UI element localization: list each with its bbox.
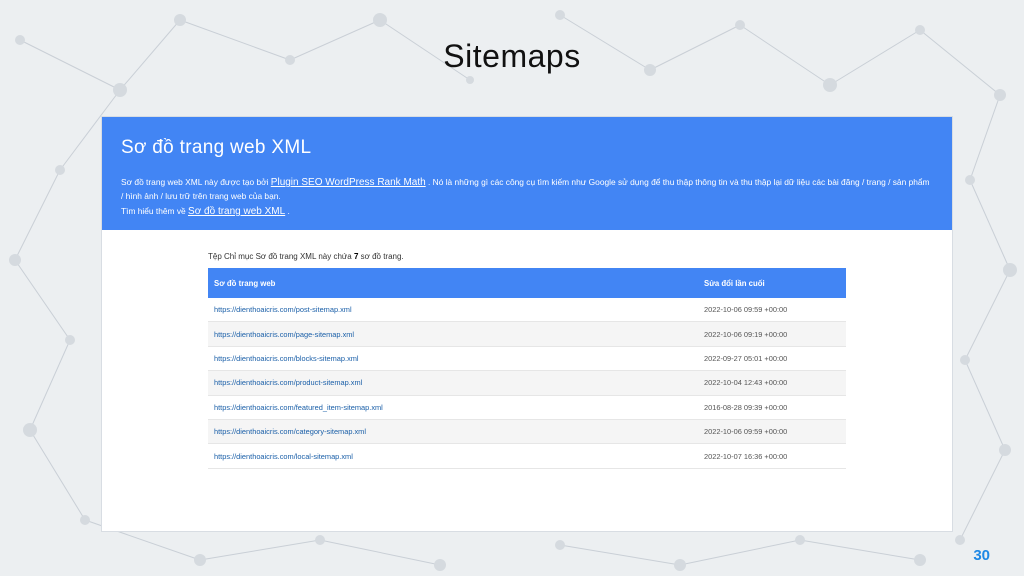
last-modified: 2022-10-06 09:19 +00:00 <box>698 321 846 347</box>
sitemap-count-text: Tệp Chỉ mục Sơ đồ trang XML này chứa 7 s… <box>208 252 952 261</box>
learn-more-line: Tìm hiểu thêm về Sơ đồ trang web XML . <box>121 205 933 219</box>
last-modified: 2022-10-04 12:43 +00:00 <box>698 370 846 396</box>
learn-more-link[interactable]: Sơ đồ trang web XML <box>188 206 285 217</box>
learn-more-prefix: Tìm hiểu thêm về <box>121 206 189 216</box>
table-header-row: Sơ đồ trang web Sửa đổi lần cuối <box>208 268 846 298</box>
sitemap-link[interactable]: https://dienthoaicris.com/post-sitemap.x… <box>208 298 698 323</box>
column-header-sitemap[interactable]: Sơ đồ trang web <box>208 268 698 298</box>
last-modified: 2016-08-28 09:39 +00:00 <box>698 395 846 420</box>
page-number: 30 <box>973 547 990 564</box>
sitemap-link[interactable]: https://dienthoaicris.com/product-sitema… <box>208 370 698 396</box>
sitemap-description: Sơ đồ trang web XML này được tạo bởi Plu… <box>121 176 933 202</box>
sitemap-table: Sơ đồ trang web Sửa đổi lần cuối https:/… <box>208 268 846 469</box>
sitemap-link[interactable]: https://dienthoaicris.com/blocks-sitemap… <box>208 346 698 372</box>
column-header-last-modified[interactable]: Sửa đổi lần cuối <box>698 268 846 298</box>
table-row: https://dienthoaicris.com/product-sitema… <box>208 370 846 396</box>
sitemap-link[interactable]: https://dienthoaicris.com/local-sitemap.… <box>208 443 698 469</box>
intro-text: Sơ đồ trang web XML này được tạo bởi <box>121 177 271 187</box>
plugin-link[interactable]: Plugin SEO WordPress Rank Math <box>271 177 426 188</box>
sitemap-link[interactable]: https://dienthoaicris.com/featured_item-… <box>208 395 698 420</box>
sitemap-link[interactable]: https://dienthoaicris.com/page-sitemap.x… <box>208 321 698 347</box>
table-row: https://dienthoaicris.com/post-sitemap.x… <box>208 298 846 323</box>
table-row: https://dienthoaicris.com/page-sitemap.x… <box>208 321 846 347</box>
sitemap-heading: Sơ đồ trang web XML <box>121 137 312 158</box>
last-modified: 2022-10-07 16:36 +00:00 <box>698 443 846 469</box>
table-row: https://dienthoaicris.com/blocks-sitemap… <box>208 346 846 372</box>
table-row: https://dienthoaicris.com/category-sitem… <box>208 419 846 445</box>
last-modified: 2022-09-27 05:01 +00:00 <box>698 346 846 372</box>
sitemap-screenshot: Sơ đồ trang web XML Sơ đồ trang web XML … <box>102 117 952 531</box>
learn-more-suffix: . <box>285 206 290 216</box>
table-row: https://dienthoaicris.com/local-sitemap.… <box>208 443 846 469</box>
sitemap-link[interactable]: https://dienthoaicris.com/category-sitem… <box>208 419 698 445</box>
table-row: https://dienthoaicris.com/featured_item-… <box>208 395 846 420</box>
count-prefix: Tệp Chỉ mục Sơ đồ trang XML này chứa <box>208 252 354 261</box>
last-modified: 2022-10-06 09:59 +00:00 <box>698 419 846 445</box>
sitemap-content: Tệp Chỉ mục Sơ đồ trang XML này chứa 7 s… <box>102 230 952 469</box>
count-suffix: sơ đồ trang. <box>358 252 404 261</box>
slide-title: Sitemaps <box>443 38 581 74</box>
sitemap-header: Sơ đồ trang web XML Sơ đồ trang web XML … <box>102 117 952 230</box>
last-modified: 2022-10-06 09:59 +00:00 <box>698 298 846 323</box>
